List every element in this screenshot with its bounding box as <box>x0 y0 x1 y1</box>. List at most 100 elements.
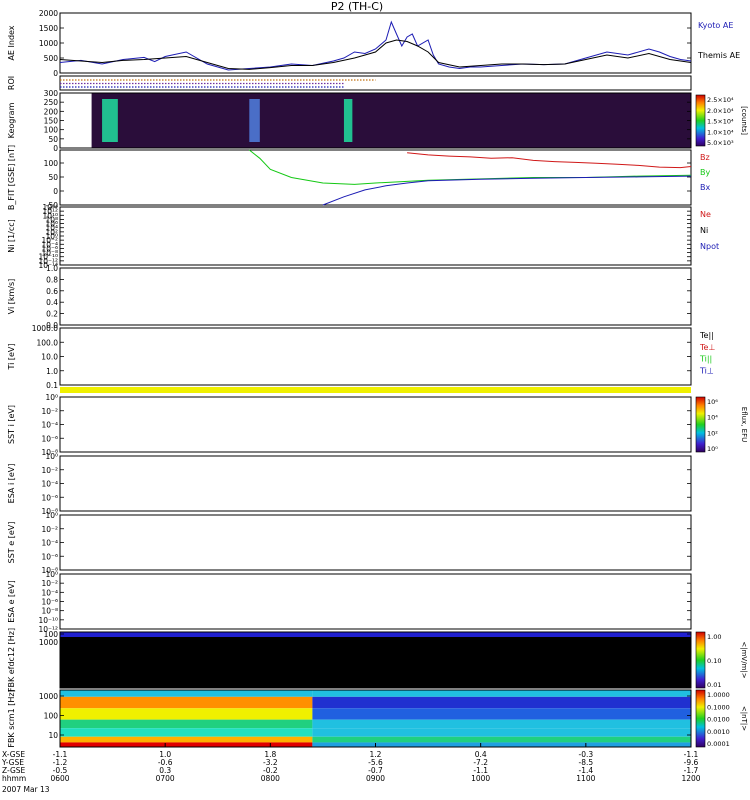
panel-frame-vi <box>59 267 692 326</box>
xaxis-tick-label: 1100 <box>576 774 595 783</box>
colorbar-tick-fbk_scm: 0.0100 <box>707 716 730 724</box>
colorbar-tick-sst_i: 10⁶ <box>707 398 718 406</box>
legend-bfit-2: Bx <box>700 183 710 192</box>
colorbar-tick-keogram: 1.0×10⁴ <box>707 128 734 136</box>
colorbar-tick-keogram: 1.5×10⁴ <box>707 118 734 126</box>
plot-title: P2 (TH-C) <box>331 0 383 13</box>
panel-frame-esa_i <box>59 455 692 512</box>
fbk-scm-band-early-4 <box>60 728 313 737</box>
ytick-label-ae: 500 <box>44 54 59 63</box>
ytick-label-esa_i: 10⁻² <box>41 466 58 475</box>
colorbar-tick-sst_i: 10² <box>707 429 718 437</box>
ytick-label-sst_e: 10⁻² <box>41 525 58 534</box>
colorbar-keogram <box>695 94 706 147</box>
panel-frame-sst_e <box>59 514 692 571</box>
ytick-label-sst_i: 10⁰ <box>45 393 58 402</box>
fbk-e12-top-band <box>60 632 691 637</box>
ytick-label-ae: 1500 <box>39 24 58 33</box>
panel-label-roi: ROI <box>7 76 16 90</box>
ytick-label-ae: 2000 <box>39 9 58 18</box>
panel-label-ae: AE Index <box>7 25 16 60</box>
colorbar-tick-keogram: 2.0×10⁴ <box>707 107 734 115</box>
xaxis-tick-label: 1000 <box>471 774 490 783</box>
panel-label-fbk_scm: FBK scm1 [Hz] <box>7 689 16 747</box>
legend-bfit-0: Bz <box>700 153 710 162</box>
ytick-label-fbk_scm: 10 <box>48 731 58 740</box>
ytick-label-ae: 1000 <box>39 39 58 48</box>
panel-label-sst_i: SST i [eV] <box>7 405 16 444</box>
ytick-label-bfit: 100 <box>44 159 59 168</box>
colorbar-sst_i <box>695 396 706 453</box>
ytick-label-keogram: 300 <box>44 89 59 98</box>
keogram-background <box>91 93 692 148</box>
ytick-label-ti: 0.1 <box>46 381 58 390</box>
keogram-bright-band-1 <box>249 99 260 142</box>
fbk-scm-band-early-1 <box>60 696 313 709</box>
legend-ni-1: Ni <box>700 226 708 235</box>
fbk-scm-band-late-2 <box>312 708 691 720</box>
date-label: 2007 Mar 13 <box>2 785 50 794</box>
xaxis-tick-label: 0800 <box>261 774 280 783</box>
panel-label-keogram: Keogram <box>7 102 16 138</box>
series-line-ae-kyotoae <box>59 20 692 71</box>
colorbar-label-keogram: [counts] <box>740 106 748 135</box>
ytick-label-ti: 1.0 <box>46 367 58 376</box>
ytick-label-ti: 1000.0 <box>32 324 58 333</box>
legend-ae-kyoto: Kyoto AE <box>698 21 733 30</box>
ytick-label-vi: 0.4 <box>46 298 58 307</box>
panel-frame-roi <box>59 75 692 91</box>
ytick-label-sst_e: 10⁻⁴ <box>41 539 58 548</box>
ytick-label-esa_e: 10⁻⁸ <box>41 607 58 616</box>
colorbar-tick-keogram: 2.5×10⁴ <box>707 96 734 104</box>
ytick-label-vi: 0.2 <box>46 310 58 319</box>
ytick-label-fbk_scm: 100 <box>44 712 59 721</box>
fbk-scm-band-late-4 <box>312 728 691 737</box>
colorbar-tick-fbk_e12: 0.10 <box>707 657 721 665</box>
keogram-nodata <box>60 93 92 148</box>
colorbar-fbk_e12 <box>695 631 706 689</box>
ytick-label-esa_e: 10⁻¹⁰ <box>38 616 58 625</box>
legend-ni-0: Ne <box>700 210 711 219</box>
fbk-scm-band-early-5 <box>60 736 313 743</box>
fbk-e12-background <box>60 632 691 688</box>
ytick-label-sst_e: 10⁻⁶ <box>41 552 58 561</box>
summary-plot: P2 (TH-C) AE Index0500100015002000Kyoto … <box>1 0 748 794</box>
ytick-label-esa_e: 10⁻² <box>41 579 58 588</box>
colorbar-tick-fbk_scm: 0.0010 <box>707 728 730 736</box>
fbk-scm-band-late-0 <box>312 690 691 697</box>
ytick-label-fbk_e12: 1000 <box>39 638 58 647</box>
colorbar-fbk_scm <box>695 689 706 748</box>
colorbar-tick-sst_i: 10⁰ <box>707 445 718 453</box>
fbk-scm-band-late-5 <box>312 736 691 743</box>
ytick-label-vi: 0.6 <box>46 287 58 296</box>
xaxis-tick-label: 1200 <box>681 774 700 783</box>
xaxis-tick-label: 0700 <box>156 774 175 783</box>
colorbar-tick-keogram: 5.0×10³ <box>707 139 734 147</box>
legend-ae-themis: Themis AE <box>697 51 740 60</box>
panel-label-sst_e: SST e [eV] <box>7 522 16 564</box>
ytick-label-esa_i: 10⁻⁴ <box>41 480 58 489</box>
legend-ni-2: Npot <box>700 242 719 251</box>
ytick-label-esa_i: 10⁰ <box>45 452 58 461</box>
panel-frame-esa_e <box>59 573 692 630</box>
ytick-label-vi: 0.8 <box>46 275 58 284</box>
colorbar-label-fbk_scm: <|nT|> <box>740 706 748 731</box>
xaxis-row-label: hhmm <box>2 774 26 783</box>
ytick-label-sst_i: 10⁻² <box>41 407 58 416</box>
legend-ti-3: Ti⊥ <box>699 366 714 375</box>
panel-frame-sst_i <box>59 396 692 453</box>
ytick-label-sst_i: 10⁻⁶ <box>41 434 58 443</box>
ytick-label-keogram: 200 <box>44 107 59 116</box>
panel-label-fbk_e12: FBK efdc12 [Hz] <box>7 628 16 692</box>
colorbar-label-sst_i: Eflux, EFU <box>740 407 748 442</box>
ytick-label-sst_e: 10⁰ <box>45 511 58 520</box>
legend-ti-2: Ti|| <box>699 355 712 364</box>
ytick-label-ni: 10¹⁴ <box>42 203 58 212</box>
colorbar-tick-fbk_scm: 0.1000 <box>707 703 730 711</box>
colorbar-label-fbk_e12: <|mV/m|> <box>740 641 748 678</box>
colorbar-tick-fbk_e12: 0.01 <box>707 681 721 689</box>
ytick-label-keogram: 250 <box>44 98 59 107</box>
panel-frame-ae <box>59 12 692 74</box>
ytick-label-keogram: 150 <box>44 117 59 126</box>
ytick-label-ti: 100.0 <box>37 338 59 347</box>
